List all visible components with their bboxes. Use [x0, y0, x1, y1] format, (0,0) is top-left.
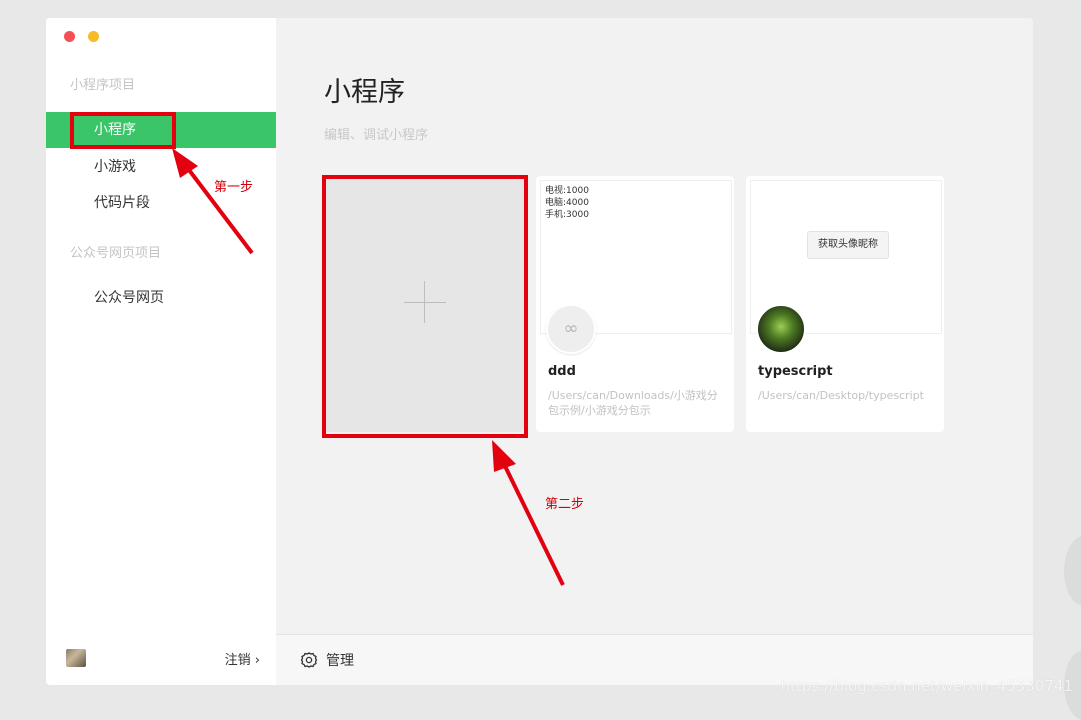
- annotation-arrows: [172, 148, 565, 586]
- step2-label: 第二步: [545, 497, 585, 512]
- watermark: https://blog.csdn.net/weixin_45330741: [780, 677, 1073, 695]
- step1-label: 第一步: [214, 180, 254, 195]
- step2-arrowhead: [492, 440, 516, 472]
- step2-arrow: [502, 463, 565, 586]
